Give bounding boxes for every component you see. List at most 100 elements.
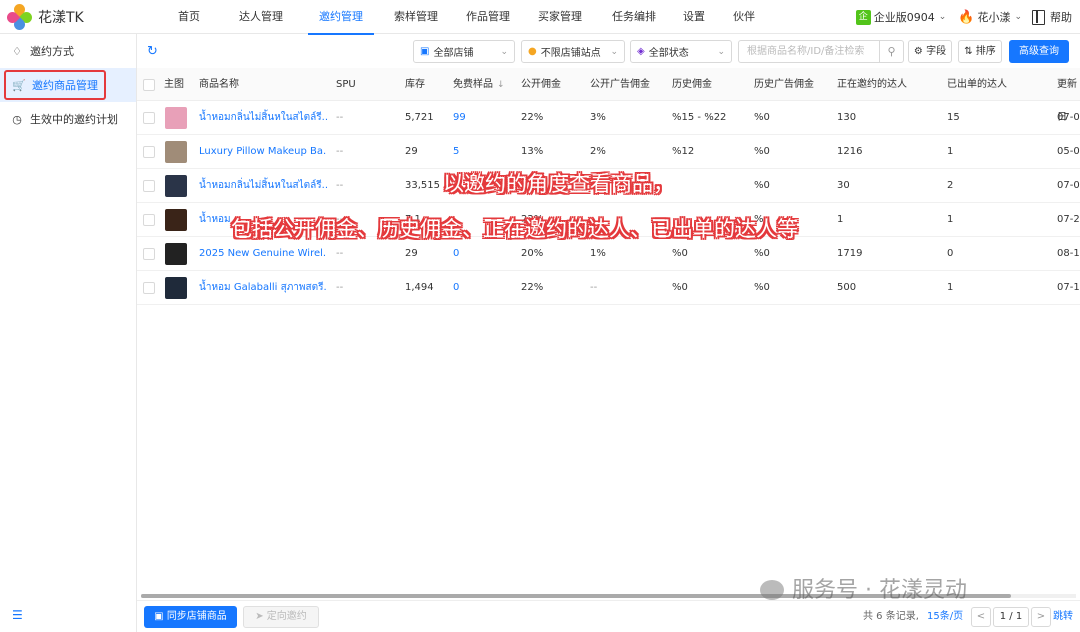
cell-name[interactable]: น้ำหอม Galaballi สุภาพสตรี... [199, 271, 327, 305]
cell-ordered: 15 [947, 112, 960, 123]
collapse-menu-icon[interactable]: ☰ [12, 608, 23, 622]
nav-home[interactable]: 首页 [162, 0, 216, 34]
table-footer: ▣ 同步店铺商品 ➤ 定向邀约 共 6 条记录, 15条/页 < 1 / 1 >… [137, 600, 1080, 632]
row-checkbox[interactable] [143, 112, 155, 124]
cell-date: 08-11 [1057, 248, 1080, 259]
cell-name[interactable]: Luxury Pillow Makeup Ba... [199, 135, 327, 169]
product-thumbnail[interactable] [165, 107, 187, 129]
cell-ordered: 1 [947, 282, 954, 293]
search-icon[interactable]: ⚲ [879, 41, 903, 62]
cell-sample[interactable]: 5 [453, 135, 459, 169]
annotation-line-1: 以邀约的角度查看商品， [443, 172, 674, 196]
nav-partners[interactable]: 伙伴 [726, 0, 762, 34]
product-thumbnail[interactable] [165, 243, 187, 265]
chevron-down-icon: ⌄ [1014, 12, 1022, 22]
nav-buyers[interactable]: 买家管理 [532, 0, 588, 34]
store-select[interactable]: ▣ 全部店铺 ⌄ [413, 40, 515, 63]
table-row[interactable]: น้ำหอมกลิ่นไม่สิ้นหในสไตล์รี... -- 5,721 99… [137, 101, 1080, 135]
nav-creators[interactable]: 达人管理 [226, 0, 296, 34]
row-checkbox[interactable] [143, 214, 155, 226]
cell-pub: 13% [521, 146, 544, 157]
prev-page-button[interactable]: < [971, 607, 991, 627]
row-checkbox[interactable] [143, 180, 155, 192]
status-select[interactable]: ◈ 全部状态 ⌄ [630, 40, 732, 63]
cell-name[interactable]: น้ำหอมกลิ่นไม่สิ้นหในสไตล์รี... [199, 101, 327, 135]
gear-icon: ⚙ [913, 46, 923, 57]
page-input[interactable]: 1 / 1 [993, 607, 1029, 627]
cart-icon: 🛒 [12, 78, 26, 92]
status-select-value: 全部状态 [648, 48, 689, 59]
table-row[interactable]: Luxury Pillow Makeup Ba... -- 29 5 13% 2% %12%… [137, 135, 1080, 169]
select-all-checkbox[interactable] [143, 79, 155, 91]
product-thumbnail[interactable] [165, 141, 187, 163]
row-checkbox[interactable] [143, 282, 155, 294]
product-thumbnail[interactable] [165, 175, 187, 197]
nav-tasks[interactable]: 任务编排 [606, 0, 662, 34]
cell-date: 07-07 [1057, 180, 1080, 191]
annotation-line-2: 包括公开佣金、历史佣金、正在邀约的达人、已出单的达人等 [231, 217, 798, 241]
cell-pub: 22% [521, 112, 544, 123]
col-sample[interactable]: 免费样品 ↓ [453, 68, 505, 101]
table-row[interactable]: น้ำหอม Galaballi สุภาพสตรี... -- 1,494 0 22%… [137, 271, 1080, 305]
cell-sample[interactable]: 99 [453, 101, 466, 135]
cell-ordered: 1 [947, 146, 954, 157]
cell-sample[interactable]: 0 [453, 271, 459, 305]
targeted-invite-button[interactable]: ➤ 定向邀约 [243, 606, 319, 628]
site-select[interactable]: ● 不限店铺站点 ⌄ [521, 40, 625, 63]
page-size-select[interactable]: 15条/页 [927, 601, 963, 632]
product-thumbnail[interactable] [165, 277, 187, 299]
nav-works[interactable]: 作品管理 [460, 0, 516, 34]
cell-pub: 22% [521, 282, 544, 293]
cell-stock: 33,515 [405, 180, 440, 191]
cell-spu: -- [336, 180, 344, 191]
flame-icon: 🔥 [958, 9, 975, 25]
user-name: 花小漾 [977, 11, 1011, 24]
cell-stock: 5,721 [405, 112, 434, 123]
next-page-button[interactable]: > [1031, 607, 1051, 627]
advanced-search-button[interactable]: 高级查询 [1009, 40, 1069, 63]
sort-button[interactable]: ⇅ 排序 [958, 40, 1002, 63]
cell-ordered: 0 [947, 248, 954, 259]
app-title: 花漾TK [38, 9, 84, 26]
row-checkbox[interactable] [143, 248, 155, 260]
jump-button[interactable]: 跳转 [1053, 601, 1073, 632]
help-link[interactable]: 帮助 [1032, 9, 1072, 25]
plan-selector[interactable]: 企 企业版0904 ⌄ [855, 9, 946, 25]
flower-logo-icon [4, 1, 35, 32]
sort-icon: ⇅ [964, 46, 973, 57]
cell-inviting: 500 [837, 282, 857, 293]
user-menu[interactable]: 🔥 花小漾 ⌄ [958, 9, 1022, 25]
nav-settings[interactable]: 设置 [676, 0, 712, 34]
cell-pub-ad: -- [590, 282, 598, 293]
sync-products-button[interactable]: ▣ 同步店铺商品 [144, 606, 237, 628]
clock-icon: ◷ [12, 112, 22, 126]
sidebar-item-invite-products[interactable]: 🛒 邀约商品管理 [0, 68, 136, 102]
record-count: 共 6 条记录, [863, 611, 919, 622]
cell-date: 07-04 [1057, 112, 1080, 123]
cell-pub-ad: 3% [590, 112, 606, 123]
site-select-value: 不限店铺站点 [540, 48, 601, 59]
cell-name[interactable]: น้ำหอมกลิ่นไม่สิ้นหในสไตล์รี... [199, 169, 327, 203]
cell-stock: 1,494 [405, 282, 434, 293]
sidebar-item-invite-methods[interactable]: ♢ 邀约方式 [0, 34, 136, 68]
nav-samples[interactable]: 索样管理 [388, 0, 444, 34]
row-checkbox[interactable] [143, 146, 155, 158]
col-name: 商品名称 [199, 79, 239, 90]
search-input[interactable]: 根据商品名称/ID/备注检索 ⚲ [738, 40, 904, 63]
col-sample-label: 免费样品 [453, 79, 493, 90]
invite-button-label: 定向邀约 [266, 611, 307, 622]
enterprise-icon: 企 [855, 9, 871, 25]
col-public-ad-commission: 公开广告佣金 [590, 79, 650, 90]
toolbar: ↻ ▣ 全部店铺 ⌄ ● 不限店铺站点 ⌄ ◈ 全部状态 ⌄ 根据商品名称/ID… [137, 34, 1080, 68]
col-history-commission: 历史佣金 [672, 79, 712, 90]
cell-date: 07-14 [1057, 282, 1080, 293]
app-logo[interactable]: 花漾TK [0, 1, 150, 32]
product-thumbnail[interactable] [165, 209, 187, 231]
fields-button[interactable]: ⚙ 字段 [908, 40, 952, 63]
cell-inviting: 30 [837, 180, 850, 191]
chevron-down-icon: ⌄ [717, 46, 725, 57]
refresh-icon[interactable]: ↻ [147, 44, 158, 59]
nav-invitations[interactable]: 邀约管理 [308, 0, 374, 35]
sidebar-item-active-plans[interactable]: ◷ 生效中的邀约计划 [0, 102, 136, 136]
plan-label: 企业版0904 [873, 11, 935, 24]
